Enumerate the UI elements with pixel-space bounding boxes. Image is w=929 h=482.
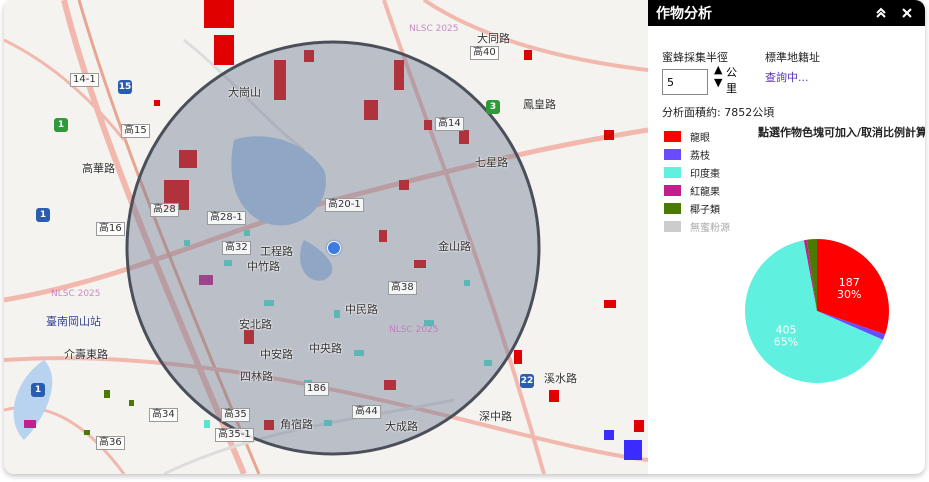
legend-swatch [664,220,681,232]
legend-swatch [664,202,681,214]
road-label: 高20-1 [325,198,364,212]
road-label: 14-1 [70,73,99,87]
place-label: 溪水路 [544,372,577,385]
route-shield: 1 [36,208,50,222]
place-label: 中竹路 [247,260,280,273]
place-label: 安北路 [239,318,272,331]
map-base [4,0,648,474]
legend-swatch [664,148,681,160]
legend-item-palm[interactable]: 椰子類 [664,199,730,217]
road-label: 高16 [96,222,125,236]
crop-legend: 龍眼 荔枝 印度棗 紅龍果 椰子類 無蜜粉源 [664,127,730,235]
road-label: 高36 [96,436,125,450]
place-label: 中央路 [309,342,342,355]
close-button[interactable] [897,3,917,23]
address-query-link[interactable]: 查詢中... [765,69,820,85]
station-label: 臺南岡山站 [46,315,101,328]
road-label: 高34 [149,408,178,422]
hint-text: 點選作物色塊可加入/取消比例計算 [758,126,925,139]
place-label: 七星路 [475,156,508,169]
address-label: 標準地籍址 [765,51,820,64]
radius-stepper[interactable]: ▲ ▼ [714,63,722,89]
place-label: 大成路 [385,420,418,433]
place-label: 介壽東路 [64,348,108,361]
route-shield: 15 [118,80,132,94]
road-label: 高28-1 [207,211,246,225]
road-label: 高32 [222,241,251,255]
legend-label: 無蜜粉源 [690,222,730,234]
legend-label: 紅龍果 [690,186,720,198]
crop-analysis-panel: 作物分析 蜜蜂採集半徑 ▲ ▼ 公里 標準地籍址 查詢中... 分析面積約: 7… [648,0,925,474]
watermark: NLSC 2025 [389,325,439,335]
legend-swatch [664,166,681,178]
road-label: 高40 [470,46,499,60]
legend-label: 荔枝 [690,150,710,162]
place-label: 中民路 [345,303,378,316]
place-label: 高華路 [82,162,115,175]
route-shield: 1 [31,383,45,397]
panel-title: 作物分析 [656,6,712,22]
route-shield: 22 [520,374,534,388]
road-label: 186 [304,382,330,396]
legend-swatch [664,130,681,142]
legend-item-no-nectar[interactable]: 無蜜粉源 [664,217,730,235]
crop-pie-chart[interactable]: 18730%40565% [744,238,890,384]
road-label: 高28 [150,203,179,217]
place-label: 中安路 [260,348,293,361]
app-frame: 高15 高14 高20-1 高28 高28-1 高32 高38 高44 高35 … [4,0,925,474]
watermark: NLSC 2025 [409,24,459,34]
address-block: 標準地籍址 查詢中... [765,49,820,85]
radius-block: 蜜蜂採集半徑 ▲ ▼ 公里 [662,49,737,95]
location-marker[interactable] [327,241,341,255]
pie-data-label: 65% [774,336,798,349]
place-label: 鳳皇路 [523,98,556,111]
map-view[interactable]: 高15 高14 高20-1 高28 高28-1 高32 高38 高44 高35 … [4,0,648,474]
legend-item-longan[interactable]: 龍眼 [664,127,730,145]
place-label: 角宿路 [280,418,313,431]
road-label: 高35 [221,408,250,422]
legend-label: 龍眼 [690,132,710,144]
route-shield: 3 [486,100,500,114]
area-text: 分析面積約: 7852公頃 [662,106,775,119]
close-icon [902,8,912,18]
panel-header: 作物分析 [648,0,925,26]
place-label: 大同路 [477,32,510,45]
radius-input[interactable] [662,69,708,95]
watermark: NLSC 2025 [51,289,101,299]
double-chevron-up-icon [876,7,886,18]
stepper-down-icon[interactable]: ▼ [714,76,722,89]
place-label: 深中路 [479,410,512,423]
place-label: 大崗山 [228,86,261,99]
road-label: 高14 [435,117,464,131]
legend-item-dragonfruit[interactable]: 紅龍果 [664,181,730,199]
stepper-up-icon[interactable]: ▲ [714,63,722,76]
place-label: 金山路 [438,240,471,253]
legend-swatch [664,184,681,196]
radius-unit: 公里 [726,66,737,95]
legend-label: 椰子類 [690,204,720,216]
road-label: 高35-1 [215,428,254,442]
road-label: 高38 [388,281,417,295]
place-label: 工程路 [260,245,293,258]
road-label: 高15 [121,124,150,138]
legend-item-lychee[interactable]: 荔枝 [664,145,730,163]
pie-data-label: 30% [837,288,861,301]
collapse-button[interactable] [871,3,891,23]
route-shield: 1 [54,118,68,132]
legend-item-jujube[interactable]: 印度棗 [664,163,730,181]
legend-label: 印度棗 [690,168,720,180]
road-label: 高44 [352,405,381,419]
place-label: 四林路 [240,370,273,383]
